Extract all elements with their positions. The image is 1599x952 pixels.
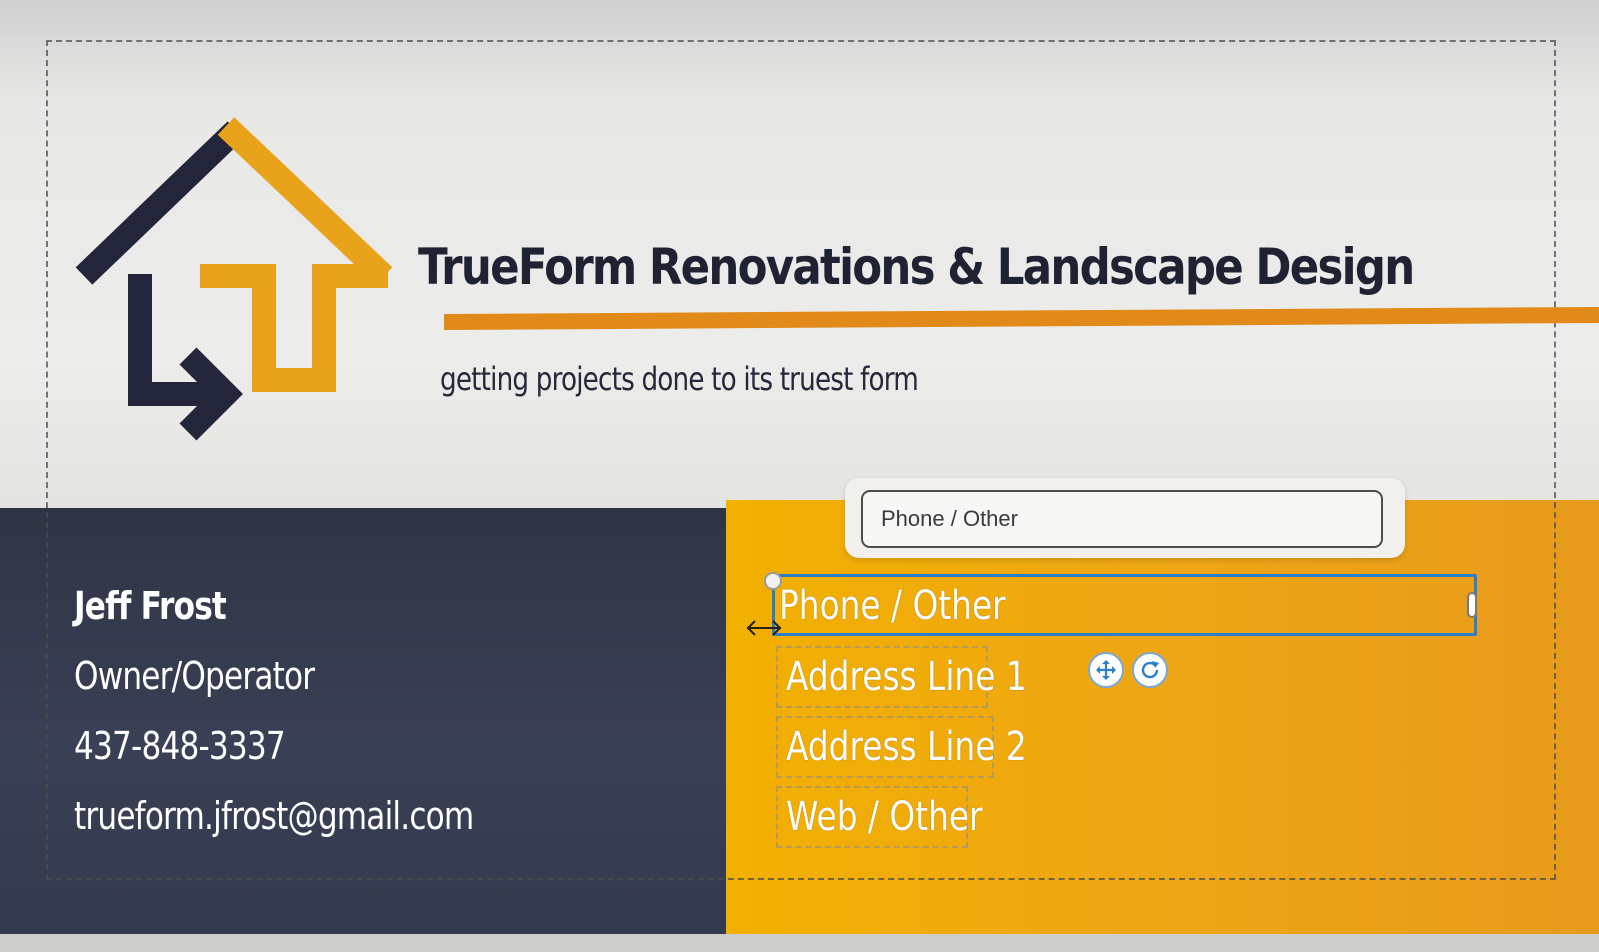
move-icon bbox=[1096, 660, 1116, 680]
move-button[interactable] bbox=[1088, 652, 1124, 688]
company-tagline[interactable]: getting projects done to its truest form bbox=[440, 360, 919, 398]
phone-field-label: Phone / Other bbox=[779, 583, 1006, 629]
rotate-button[interactable] bbox=[1132, 652, 1168, 688]
house-arrow-logo-icon bbox=[75, 117, 393, 441]
address-line-1-field[interactable]: Address Line 1 bbox=[776, 646, 1027, 708]
phone-field-selected[interactable]: Phone / Other bbox=[772, 574, 1477, 636]
canvas-edge bbox=[0, 934, 1599, 952]
address-line-1-label: Address Line 1 bbox=[786, 654, 1027, 700]
address-line-2-label: Address Line 2 bbox=[786, 724, 1027, 770]
rotate-handle[interactable] bbox=[764, 572, 782, 590]
horizontal-resize-cursor-icon bbox=[746, 620, 782, 636]
text-edit-input[interactable] bbox=[861, 490, 1383, 548]
contact-phone[interactable]: 437-848-3337 bbox=[74, 724, 286, 768]
address-line-2-field[interactable]: Address Line 2 bbox=[776, 716, 1027, 778]
web-field-label: Web / Other bbox=[786, 794, 983, 840]
resize-handle-right[interactable] bbox=[1467, 592, 1477, 618]
contact-name[interactable]: Jeff Frost bbox=[74, 584, 227, 628]
contact-email[interactable]: trueform.jfrost@gmail.com bbox=[74, 794, 474, 838]
contact-role[interactable]: Owner/Operator bbox=[74, 654, 315, 698]
web-field[interactable]: Web / Other bbox=[776, 786, 983, 848]
rotate-icon bbox=[1141, 661, 1159, 679]
company-name[interactable]: TrueForm Renovations & Landscape Design bbox=[418, 238, 1415, 296]
text-edit-popup bbox=[845, 478, 1405, 558]
